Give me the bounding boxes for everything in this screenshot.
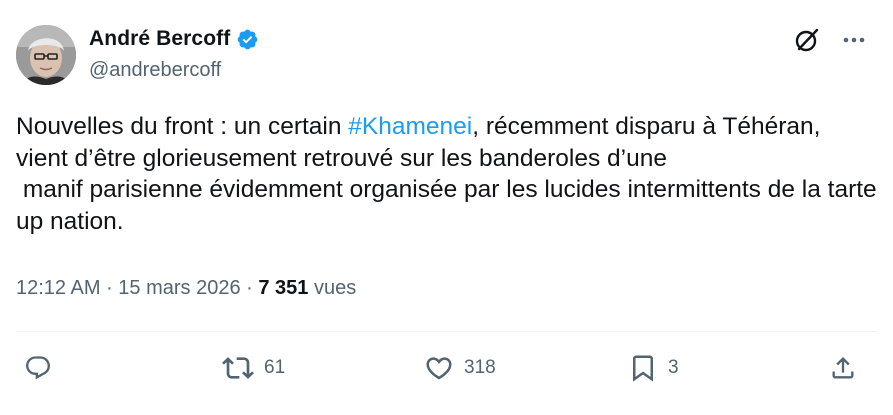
tweet-header-actions — [793, 26, 867, 54]
meta-separator: · — [240, 277, 259, 299]
tweet-date[interactable]: 15 mars 2026 — [118, 277, 240, 300]
heart-icon — [424, 353, 454, 383]
like-button[interactable]: 318 — [424, 346, 496, 390]
tweet-meta: 12:12 AM · 15 mars 2026 · 7 351 vues — [16, 277, 356, 300]
like-count: 318 — [464, 357, 496, 378]
share-button[interactable] — [829, 346, 857, 390]
bookmark-button[interactable]: 3 — [628, 346, 679, 390]
author-name-row: André Bercoff — [89, 27, 259, 51]
tweet-actions-bar: 61 318 3 — [0, 346, 893, 390]
tweet-time[interactable]: 12:12 AM — [16, 277, 101, 300]
retweet-button[interactable]: 61 — [222, 346, 285, 390]
reply-icon — [24, 354, 52, 382]
verified-badge-icon[interactable] — [236, 28, 259, 51]
bookmark-count: 3 — [668, 357, 679, 378]
avatar[interactable] — [16, 25, 76, 85]
avatar-image — [16, 25, 76, 85]
retweet-icon — [222, 352, 254, 384]
author-display-name[interactable]: André Bercoff — [89, 27, 230, 51]
grok-icon[interactable] — [793, 26, 821, 54]
hashtag-link[interactable]: #Khamenei — [348, 113, 472, 140]
retweet-count: 61 — [264, 357, 286, 378]
bookmark-icon — [628, 353, 658, 383]
meta-separator: · — [100, 277, 119, 299]
views-label: vues — [308, 277, 357, 299]
reply-button[interactable] — [24, 346, 62, 390]
views-count: 7 351 — [258, 277, 309, 299]
tweet-card: André Bercoff @andrebercoff Nouvelles du… — [0, 0, 893, 415]
more-icon[interactable] — [841, 27, 867, 53]
tweet-text-part: Nouvelles du front : un certain — [16, 113, 349, 140]
divider — [16, 331, 877, 332]
share-icon — [829, 354, 857, 382]
tweet-text: Nouvelles du front : un certain #Khamene… — [16, 111, 878, 237]
author-handle[interactable]: @andrebercoff — [89, 59, 221, 82]
